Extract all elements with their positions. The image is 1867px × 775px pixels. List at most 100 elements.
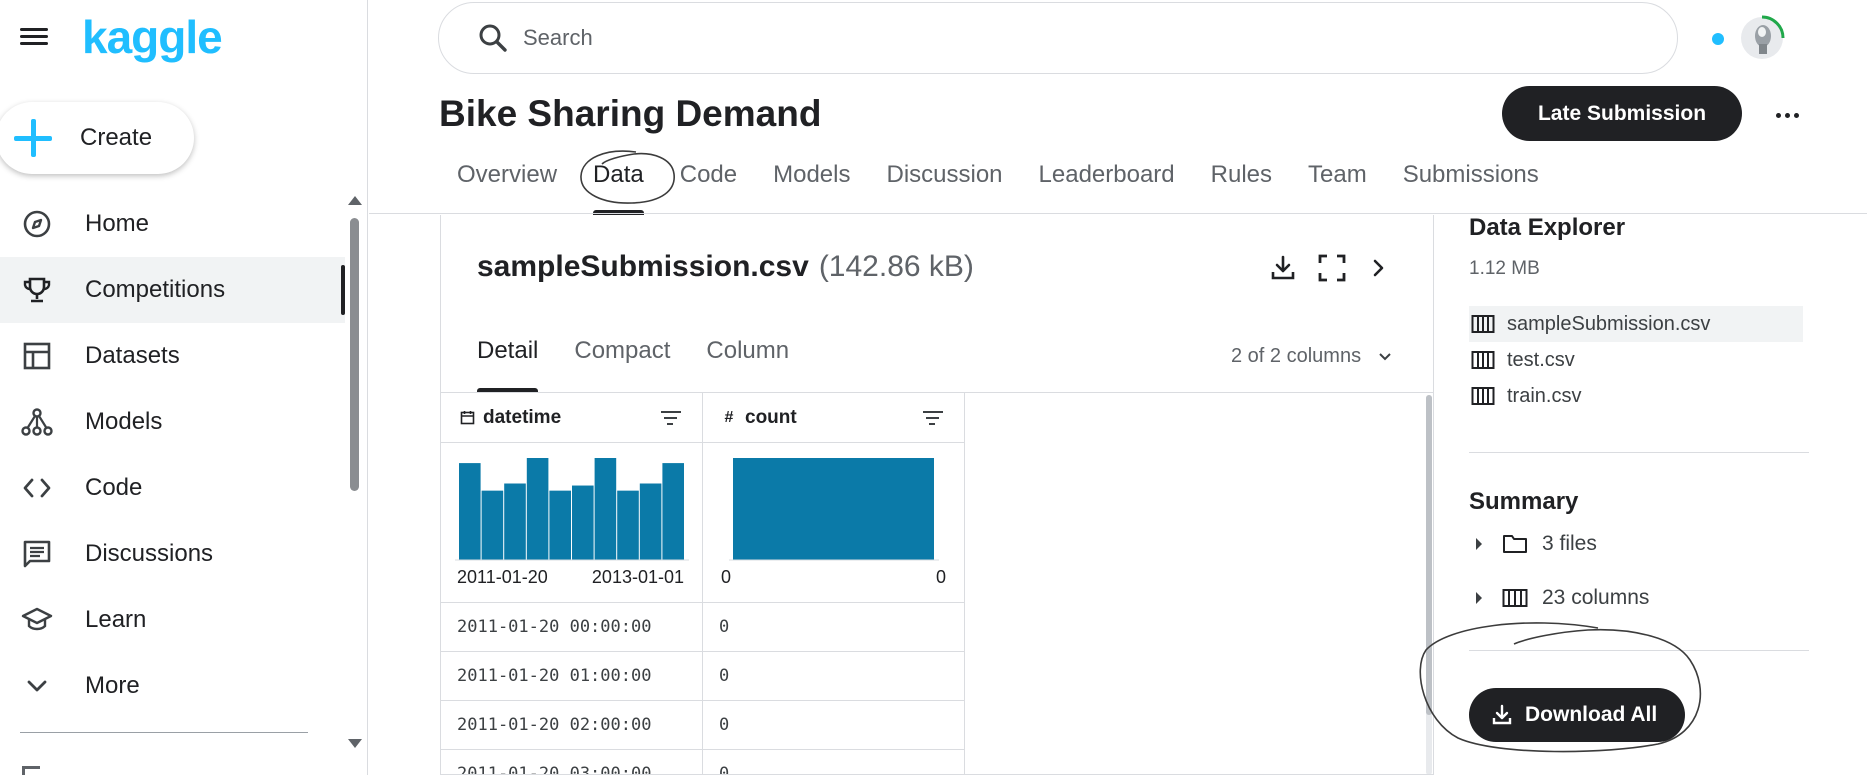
- table-cell: 2011-01-20 02:00:00: [441, 701, 702, 750]
- folder-icon: [1503, 535, 1527, 553]
- fullscreen-icon[interactable]: [1315, 251, 1349, 285]
- chevron-down-icon: [20, 669, 54, 703]
- summary-files-toggle[interactable]: 3 files: [1476, 529, 1597, 559]
- view-subtabs: Detail Compact Column: [459, 333, 807, 393]
- file-list: sampleSubmission.csv test.csv train.csv: [1469, 306, 1803, 414]
- table-cell: 0: [703, 652, 964, 701]
- scroll-up-arrow-icon[interactable]: [348, 196, 362, 205]
- file-item-test[interactable]: test.csv: [1469, 342, 1803, 378]
- sidebar-item-code[interactable]: Code: [0, 455, 345, 521]
- sidebar-item-learn[interactable]: Learn: [0, 587, 345, 653]
- code-icon: [20, 471, 54, 505]
- table-cell: 0: [703, 603, 964, 652]
- file-item-label: train.csv: [1507, 384, 1582, 407]
- tab-team[interactable]: Team: [1290, 155, 1385, 215]
- trophy-icon: [20, 273, 54, 307]
- download-icon[interactable]: [1266, 251, 1300, 285]
- file-item-label: sampleSubmission.csv: [1507, 312, 1711, 335]
- grid-column-datetime: datetime 2011-01-20 2013-01-01 2011-01-2…: [441, 393, 703, 774]
- more-options-icon[interactable]: [1772, 100, 1802, 130]
- sidebar-item-models[interactable]: Models: [0, 389, 345, 455]
- header-divider: [369, 213, 1867, 214]
- calendar-icon: [459, 410, 475, 426]
- histogram-cell: 0 0: [703, 443, 964, 603]
- summary-columns-label: 23 columns: [1542, 586, 1650, 609]
- column-header[interactable]: # count: [703, 393, 964, 443]
- page-title: Bike Sharing Demand: [439, 93, 822, 134]
- summary-columns-toggle[interactable]: 23 columns: [1476, 583, 1649, 613]
- sort-icon[interactable]: [660, 410, 682, 426]
- histogram-cell: 2011-01-20 2013-01-01: [441, 443, 702, 603]
- hamburger-menu-icon[interactable]: [20, 24, 52, 52]
- search-input[interactable]: [523, 25, 1623, 51]
- create-button[interactable]: Create: [0, 102, 194, 174]
- file-title: sampleSubmission.csv (142.86 kB): [477, 250, 974, 284]
- subtab-detail[interactable]: Detail: [459, 333, 556, 393]
- table-cell: 2011-01-20 00:00:00: [441, 603, 702, 652]
- user-avatar[interactable]: [1738, 14, 1786, 62]
- search-bar[interactable]: [438, 2, 1678, 74]
- tab-submissions[interactable]: Submissions: [1385, 155, 1557, 215]
- table-cell: 0: [703, 701, 964, 750]
- hash-icon: #: [724, 408, 734, 426]
- sidebar-item-label: Discussions: [85, 540, 214, 567]
- late-submission-button[interactable]: Late Submission: [1502, 86, 1742, 141]
- histogram-bar: [733, 458, 934, 560]
- x-axis-min-label: 2011-01-20: [457, 567, 548, 587]
- tab-models[interactable]: Models: [755, 155, 868, 215]
- file-item-train[interactable]: train.csv: [1469, 378, 1803, 414]
- sidebar-item-home[interactable]: Home: [0, 191, 345, 257]
- table-cell: 2011-01-20 03:00:00: [441, 750, 702, 774]
- column-header[interactable]: datetime: [441, 393, 702, 443]
- search-icon: [479, 24, 507, 52]
- data-explorer-title: Data Explorer: [1469, 214, 1626, 241]
- compass-icon: [20, 207, 54, 241]
- hand-drawn-circle-annotation: [1419, 622, 1702, 753]
- subtab-compact[interactable]: Compact: [556, 333, 688, 393]
- column-selector-dropdown[interactable]: 2 of 2 columns: [1231, 345, 1393, 368]
- tab-rules[interactable]: Rules: [1193, 155, 1290, 215]
- histogram-bar: [504, 483, 526, 560]
- file-item-samplesubmission[interactable]: sampleSubmission.csv: [1469, 306, 1803, 342]
- caret-right-icon: [1476, 538, 1482, 550]
- histogram-bar: [639, 483, 662, 560]
- graduation-cap-icon: [20, 603, 54, 637]
- tab-overview[interactable]: Overview: [439, 155, 575, 215]
- column-count-label: 2 of 2 columns: [1231, 345, 1362, 367]
- sort-icon[interactable]: [922, 410, 944, 426]
- histogram-bar: [526, 458, 549, 560]
- column-name: count: [745, 406, 797, 428]
- sidebar-item-discussions[interactable]: Discussions: [0, 521, 345, 587]
- sidebar-item-datasets[interactable]: Datasets: [0, 323, 345, 389]
- chevron-right-icon[interactable]: [1361, 251, 1395, 285]
- datetime-histogram: [455, 458, 689, 561]
- summary-title: Summary: [1469, 488, 1579, 515]
- tab-discussion[interactable]: Discussion: [868, 155, 1020, 215]
- sidebar-item-label: More: [85, 672, 140, 699]
- column-name: datetime: [483, 406, 562, 428]
- table-file-icon: [1471, 351, 1495, 369]
- sidebar-item-label: Competitions: [85, 276, 226, 303]
- subtab-column[interactable]: Column: [688, 333, 807, 393]
- sidebar-item-label: Home: [85, 210, 150, 237]
- tab-leaderboard[interactable]: Leaderboard: [1021, 155, 1193, 215]
- summary-files-label: 3 files: [1542, 532, 1597, 555]
- partial-nav-icon: [22, 766, 40, 775]
- scroll-down-arrow-icon[interactable]: [348, 739, 362, 748]
- divider: [1469, 452, 1809, 453]
- table-cell: 0: [703, 750, 964, 774]
- sidebar-item-more[interactable]: More: [0, 653, 345, 719]
- data-size: 1.12 MB: [1469, 258, 1540, 279]
- sidebar-item-label: Learn: [85, 606, 147, 633]
- kaggle-logo[interactable]: kaggle: [82, 10, 223, 64]
- histogram-bar: [459, 463, 481, 560]
- sidebar-item-label: Code: [85, 474, 143, 501]
- create-label: Create: [80, 124, 153, 151]
- discussion-icon: [20, 537, 54, 571]
- file-size: (142.86 kB): [818, 250, 974, 283]
- sidebar-item-competitions[interactable]: Competitions: [0, 257, 345, 323]
- scrollbar-thumb[interactable]: [350, 218, 359, 491]
- histogram-bar: [572, 485, 594, 560]
- sidebar-scrollbar[interactable]: [348, 196, 362, 748]
- table-icon: [20, 339, 54, 373]
